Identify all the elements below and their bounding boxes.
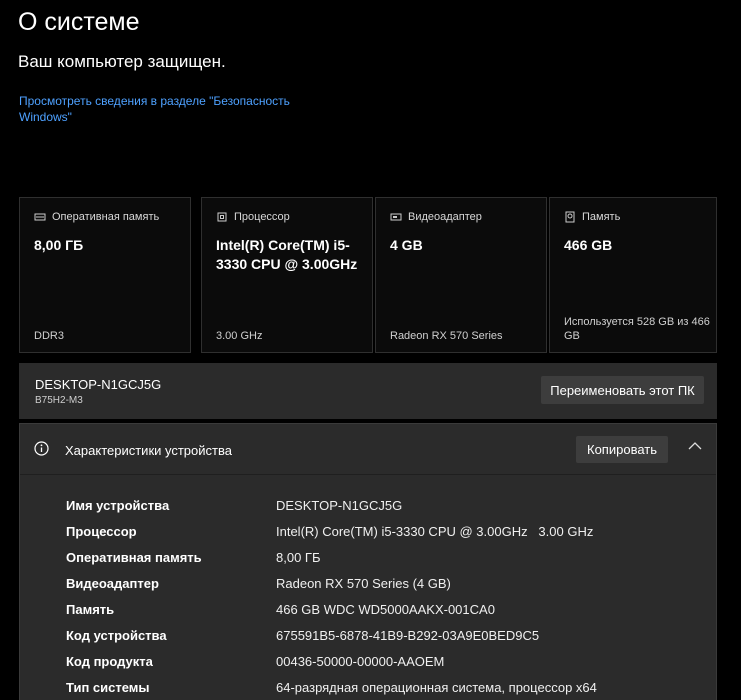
windows-security-link[interactable]: Просмотреть сведения в разделе "Безопасн… <box>19 93 319 125</box>
spec-value: 675591B5-6878-41B9-B292-03A9E0BED9C5 <box>276 628 540 643</box>
copy-button[interactable]: Копировать <box>576 436 668 463</box>
spec-value: Radeon RX 570 Series (4 GB) <box>276 576 451 591</box>
spec-key: Память <box>66 602 115 617</box>
pc-name-section: DESKTOP-N1GCJ5G B75H2-M3 Переименовать э… <box>19 363 717 419</box>
spec-value: DESKTOP-N1GCJ5G <box>276 498 403 513</box>
rename-pc-button[interactable]: Переименовать этот ПК <box>541 376 704 404</box>
cpu-icon <box>217 212 227 222</box>
summary-cards: Оперативная память 8,00 ГБ DDR3 Процессо… <box>19 197 717 355</box>
card-footer: Используется 528 GB из 466 GB <box>564 316 710 342</box>
card-label: Процессор <box>234 211 290 223</box>
card-value: 4 GB <box>390 237 423 253</box>
ram-icon <box>34 213 46 221</box>
gpu-icon <box>390 213 402 221</box>
device-specs-header[interactable]: Характеристики устройства Копировать <box>20 424 716 475</box>
card-gpu: Видеоадаптер 4 GB Radeon RX 570 Series <box>375 197 547 353</box>
spec-key: Код устройства <box>66 628 167 643</box>
spec-key: Процессор <box>66 524 137 539</box>
card-label: Оперативная память <box>52 211 160 223</box>
spec-key: Имя устройства <box>66 498 170 513</box>
card-cpu: Процессор Intel(R) Core(TM) i5-3330 CPU … <box>201 197 373 353</box>
card-footer: DDR3 <box>34 330 64 342</box>
device-specs-title: Характеристики устройства <box>65 443 232 458</box>
card-ram: Оперативная память 8,00 ГБ DDR3 <box>19 197 191 353</box>
spec-value: 00436-50000-00000-AAOEM <box>276 654 445 669</box>
info-icon <box>34 441 49 456</box>
spec-key: Видеоадаптер <box>66 576 159 591</box>
storage-icon <box>565 211 575 223</box>
spec-value: Intel(R) Core(TM) i5-3330 CPU @ 3.00GHz … <box>276 524 594 539</box>
card-value: 8,00 ГБ <box>34 237 84 253</box>
card-label: Видеоадаптер <box>408 211 482 223</box>
spec-value: 64-разрядная операционная система, проце… <box>276 680 597 695</box>
device-specs-panel: Характеристики устройства Копировать Имя… <box>19 423 717 700</box>
card-footer: Radeon RX 570 Series <box>390 330 503 342</box>
spec-key: Код продукта <box>66 654 153 669</box>
card-label: Память <box>582 211 621 223</box>
pc-name: DESKTOP-N1GCJ5G <box>35 377 162 392</box>
pc-model: B75H2-M3 <box>35 395 83 406</box>
protected-status: Ваш компьютер защищен. <box>18 52 226 71</box>
spec-value: 466 GB WDC WD5000AAKX-001CA0 <box>276 602 495 617</box>
page-title: О системе <box>18 8 140 36</box>
spec-value: 8,00 ГБ <box>276 550 321 565</box>
card-value: 466 GB <box>564 237 613 253</box>
card-footer: 3.00 GHz <box>216 330 263 342</box>
card-storage: Память 466 GB Используется 528 GB из 466… <box>549 197 717 353</box>
spec-key: Тип системы <box>66 680 150 695</box>
card-value: Intel(R) Core(TM) i5-3330 CPU @ 3.00GHz <box>216 237 358 272</box>
spec-key: Оперативная память <box>66 550 202 565</box>
chevron-up-icon[interactable] <box>688 441 702 451</box>
